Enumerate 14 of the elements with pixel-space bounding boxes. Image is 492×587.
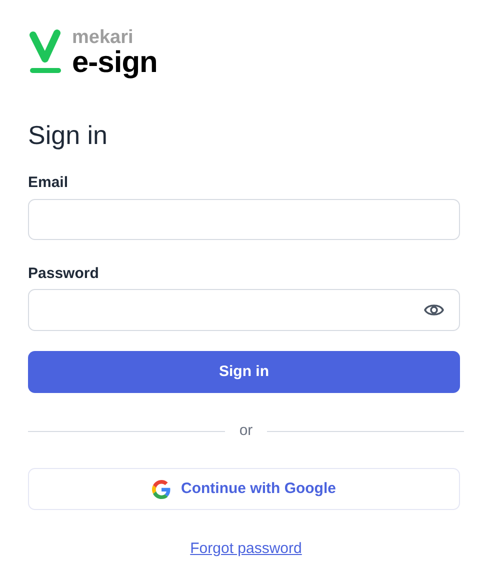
page-heading: Sign in — [28, 119, 108, 151]
sign-in-button[interactable]: Sign in — [28, 351, 460, 393]
field-label: Password — [28, 264, 100, 284]
logo-product: e-sign — [72, 48, 158, 78]
checkmark-logo-icon — [28, 29, 62, 75]
google-sign-in-button[interactable]: Continue with Google — [28, 468, 460, 510]
eye-icon[interactable] — [424, 302, 444, 318]
logo-brand: mekari — [72, 28, 134, 48]
divider-text: or — [239, 420, 253, 441]
google-icon — [152, 480, 171, 498]
password-field[interactable] — [28, 289, 460, 331]
email-field[interactable] — [28, 199, 460, 240]
field-label: Email — [28, 173, 70, 193]
forgot-password-link[interactable]: Forgot password — [190, 538, 302, 560]
